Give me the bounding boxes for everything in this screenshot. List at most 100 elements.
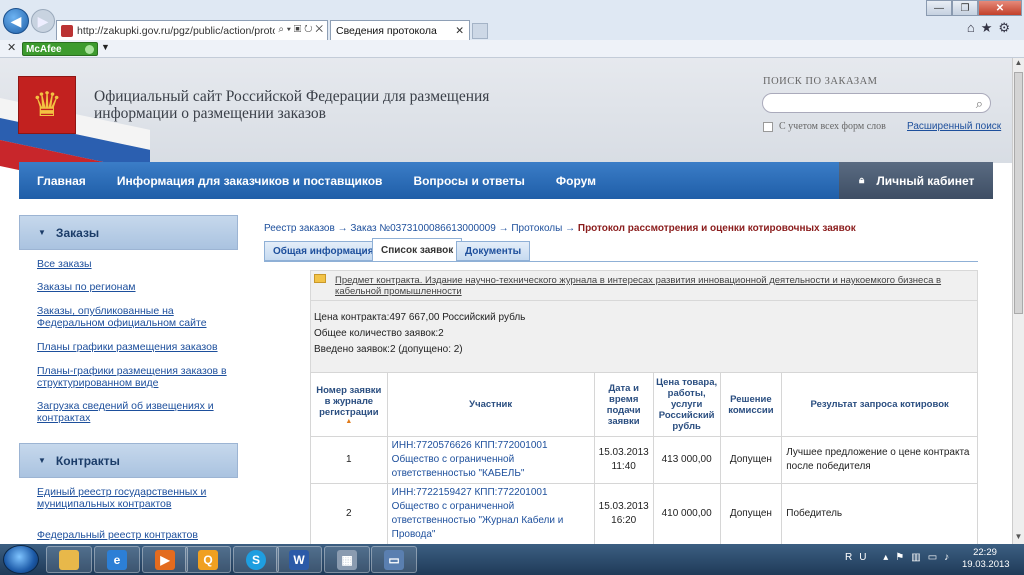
system-tray: RU ▴⚑▥▭♪ [845, 552, 956, 563]
menu-item-home[interactable]: Главная [37, 174, 86, 188]
sidebar-link-federal[interactable]: Заказы, опубликованные на Федеральном оф… [37, 305, 235, 329]
search-icon[interactable]: ⌕ [976, 96, 983, 112]
mcafee-button[interactable]: McAfee [22, 42, 98, 56]
taskbar-calculator[interactable]: ▦ [324, 546, 370, 573]
taskbar-ie[interactable]: e [94, 546, 140, 573]
flag-icon[interactable]: ⚑ [895, 552, 911, 563]
col-date: Дата и время подачи заявки [593, 372, 654, 437]
all-forms-label: С учетом всех форм слов [779, 121, 886, 132]
back-button[interactable]: ◀ [3, 8, 29, 34]
page-viewport: ♛ Официальный сайт Российской Федерации … [0, 58, 1012, 544]
breadcrumb-order[interactable]: Заказ №0373100086613000009 [350, 223, 495, 234]
bid-time: 16:20 [611, 515, 637, 526]
bid-datetime: 15.03.2013 11:40 [593, 436, 654, 484]
personal-cabinet-button[interactable]: 🔒︎ Личный кабинет [839, 162, 993, 199]
gear-icon[interactable]: ⚙ [998, 20, 1016, 35]
all-forms-checkbox[interactable]: С учетом всех форм слов [763, 121, 886, 132]
tab-close-icon[interactable]: ✕ [455, 25, 464, 37]
site-header: ♛ Официальный сайт Российской Федерации … [0, 58, 1012, 198]
sidebar-link-federal-registry[interactable]: Федеральный реестр контрактов [37, 529, 235, 541]
clock[interactable]: 22:29 19.03.2013 [962, 547, 1010, 571]
site-title-line1: Официальный сайт Российской Федерации дл… [94, 88, 490, 105]
new-tab-button[interactable] [472, 23, 488, 39]
bids-total: Общее количество заявок:2 [314, 328, 444, 339]
bid-date: 15.03.2013 [598, 447, 649, 458]
monitor-icon[interactable]: ▭ [928, 552, 944, 563]
table-row: 2 ИНН:7722159427 КПП:772201001 Общество … [310, 483, 978, 544]
home-icon[interactable]: ⌂ [967, 20, 981, 35]
minimize-icon[interactable]: — [926, 0, 952, 16]
address-bar[interactable]: http://zakupki.gov.ru/pgz/public/action/… [56, 20, 328, 41]
bid-price: 413 000,00 [652, 436, 721, 484]
site-title[interactable]: Официальный сайт Российской Федерации дл… [94, 88, 554, 122]
breadcrumb-registry[interactable]: Реестр заказов [264, 223, 335, 234]
coat-of-arms-icon[interactable]: ♛ [18, 76, 76, 134]
maximize-icon[interactable]: ❐ [952, 0, 978, 16]
calculator-icon: ▦ [337, 549, 357, 570]
menu-item-info[interactable]: Информация для заказчиков и поставщиков [117, 174, 383, 188]
scroll-down-icon[interactable]: ▼ [1013, 532, 1024, 544]
col-bid-number[interactable]: Номер заявки в журнале регистрации ▲ [310, 372, 388, 437]
participant-link[interactable]: ИНН:7720576626 КПП:772001001 Общество с … [392, 440, 548, 479]
scroll-up-icon[interactable]: ▲ [1013, 58, 1024, 70]
bid-time: 11:40 [611, 461, 636, 472]
tab-documents[interactable]: Документы [456, 241, 531, 261]
breadcrumb: Реестр заказов → Заказ №0373100086613000… [264, 223, 856, 234]
advanced-search-link[interactable]: Расширенный поиск [907, 121, 1001, 132]
col-decision: Решение комиссии [719, 372, 783, 437]
bid-participant: ИНН:7720576626 КПП:772001001 Общество с … [386, 436, 595, 484]
window-controls: — ❐ ✕ [926, 0, 1022, 16]
addon-close-icon[interactable]: ✕ [7, 41, 16, 54]
taskbar-word[interactable]: W [276, 546, 322, 573]
col-bid-number-label: Номер заявки в журнале регистрации [316, 384, 382, 418]
folder-icon [314, 274, 326, 283]
favorites-icon[interactable]: ★ [981, 20, 999, 35]
sidebar-link-plans-structured[interactable]: Планы-графики размещения заказов в струк… [37, 365, 235, 389]
language-indicator[interactable]: RU [845, 552, 873, 563]
participant-link[interactable]: ИНН:7722159427 КПП:772201001 Общество с … [392, 487, 564, 540]
sort-icon[interactable]: ▲ [313, 418, 385, 425]
network-icon[interactable]: ▥ [911, 552, 927, 563]
taskbar-media[interactable]: ▶ [142, 546, 188, 573]
bid-date: 15.03.2013 [598, 501, 649, 512]
sidebar-link-by-region[interactable]: Заказы по регионам [37, 281, 235, 293]
taskbar-explorer[interactable] [46, 546, 92, 573]
address-tools-icon[interactable]: ⌕ ▾ ▣ ↻ ✕ [275, 24, 323, 35]
taskbar-window[interactable]: ▭ [371, 546, 417, 573]
volume-icon[interactable]: ♪ [944, 552, 956, 563]
browser-toolbar: ◀ ▶ http://zakupki.gov.ru/pgz/public/act… [0, 0, 1024, 41]
breadcrumb-protocols[interactable]: Протоколы [511, 223, 562, 234]
sidebar-link-all-orders[interactable]: Все заказы [37, 258, 235, 270]
scrollbar-thumb[interactable] [1014, 72, 1023, 314]
col-result: Результат запроса котировок [781, 372, 978, 437]
mcafee-dropdown-icon[interactable]: ▼ [101, 42, 110, 52]
sidebar-contracts-header[interactable]: ▼ Контракты [19, 443, 238, 478]
forward-button[interactable]: ▶ [31, 9, 55, 33]
sidebar-link-upload[interactable]: Загрузка сведений об извещениях и контра… [37, 400, 235, 424]
taskbar-skype[interactable]: S [233, 546, 279, 573]
sidebar-link-unified-registry[interactable]: Единый реестр государственных и муниципа… [37, 486, 235, 510]
menu-item-faq[interactable]: Вопросы и ответы [413, 174, 524, 188]
contract-subject: Предмет контракта. Издание научно-технич… [310, 270, 978, 301]
menu-item-forum[interactable]: Форум [556, 174, 596, 188]
browser-tab[interactable]: Сведения протокола ✕ [330, 20, 470, 41]
contract-subject-text[interactable]: Предмет контракта. Издание научно-технич… [335, 275, 975, 297]
bid-result: Победитель [781, 483, 978, 544]
checkbox-box[interactable] [763, 121, 773, 132]
tab-general-info[interactable]: Общая информация [264, 241, 383, 261]
tab-bids-list[interactable]: Список заявок [372, 238, 463, 262]
site-title-line2: информации о размещении заказов [94, 105, 326, 122]
start-button[interactable] [3, 545, 39, 574]
tray-expand-icon[interactable]: ▴ [883, 552, 895, 563]
search-input[interactable]: ⌕ [762, 93, 991, 113]
tab-title: Сведения протокола [336, 25, 437, 37]
media-player-icon: ▶ [155, 549, 175, 570]
skype-icon: S [246, 549, 266, 570]
sidebar-orders-header[interactable]: ▼ Заказы [19, 215, 238, 250]
taskbar-messenger[interactable]: Q [185, 546, 231, 573]
vertical-scrollbar[interactable]: ▲ ▼ [1012, 58, 1024, 544]
address-url: http://zakupki.gov.ru/pgz/public/action/… [77, 24, 284, 37]
sidebar-link-plans[interactable]: Планы графики размещения заказов [37, 341, 235, 353]
clock-date: 19.03.2013 [962, 559, 1010, 570]
close-window-icon[interactable]: ✕ [978, 0, 1022, 16]
